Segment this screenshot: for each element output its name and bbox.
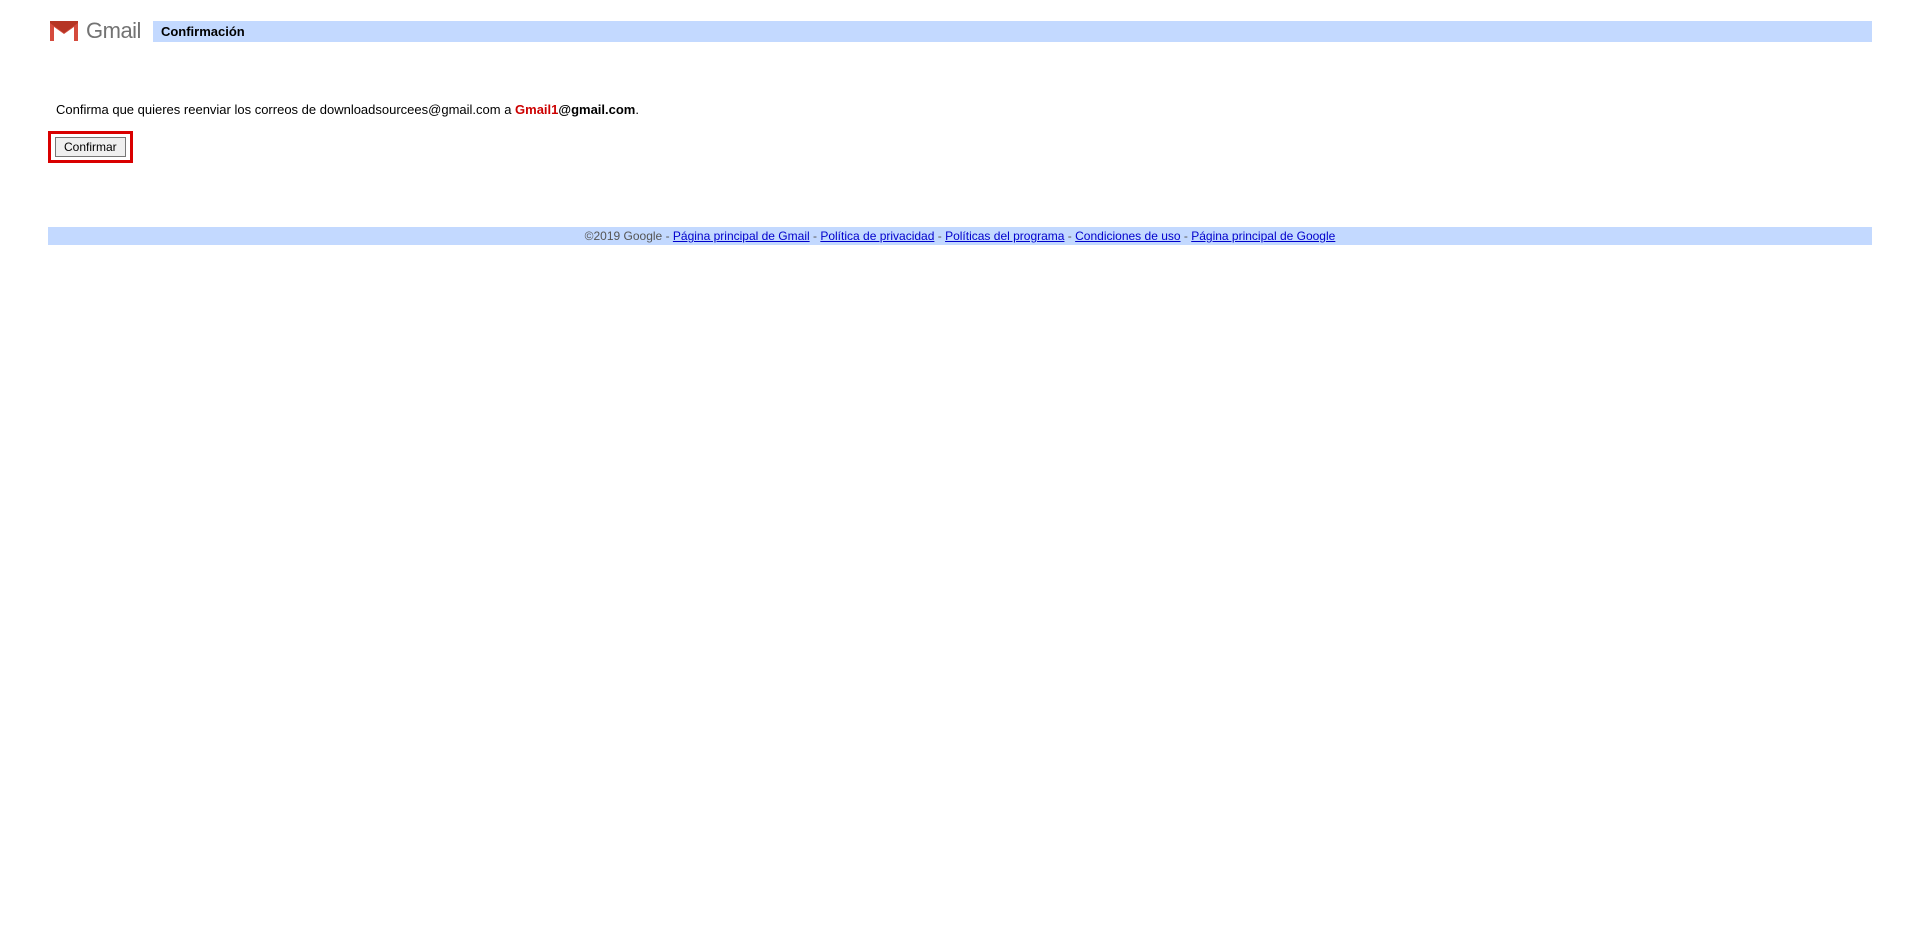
confirm-button[interactable]: Confirmar (55, 137, 126, 157)
footer-separator: - (934, 229, 945, 243)
footer: ©2019 Google - Página principal de Gmail… (48, 227, 1872, 245)
gmail-envelope-icon (48, 19, 80, 43)
footer-link-privacy[interactable]: Política de privacidad (820, 229, 934, 243)
footer-separator: - (1064, 229, 1075, 243)
confirmation-suffix: . (635, 102, 639, 117)
confirmation-message: Confirma que quieres reenviar los correo… (56, 102, 1872, 117)
main-content: Confirma que quieres reenviar los correo… (48, 102, 1872, 163)
header-row: Gmail Confirmación (48, 0, 1872, 44)
footer-link-terms[interactable]: Condiciones de uso (1075, 229, 1180, 243)
footer-link-program-policies[interactable]: Políticas del programa (945, 229, 1064, 243)
footer-link-google-home[interactable]: Página principal de Google (1191, 229, 1335, 243)
highlight-annotation: Confirmar (48, 131, 133, 163)
target-email-alias: Gmail1 (515, 102, 558, 117)
confirmation-prefix: Confirma que quieres reenviar los correo… (56, 102, 515, 117)
page-title: Confirmación (161, 24, 245, 39)
footer-copyright: ©2019 Google (585, 229, 663, 243)
footer-separator: - (662, 229, 673, 243)
gmail-logo: Gmail (48, 18, 141, 44)
page-title-bar: Confirmación (153, 21, 1872, 42)
target-email-domain: @gmail.com (558, 102, 635, 117)
gmail-logo-text: Gmail (86, 18, 141, 44)
footer-link-gmail-home[interactable]: Página principal de Gmail (673, 229, 810, 243)
footer-separator: - (810, 229, 821, 243)
footer-separator: - (1181, 229, 1192, 243)
